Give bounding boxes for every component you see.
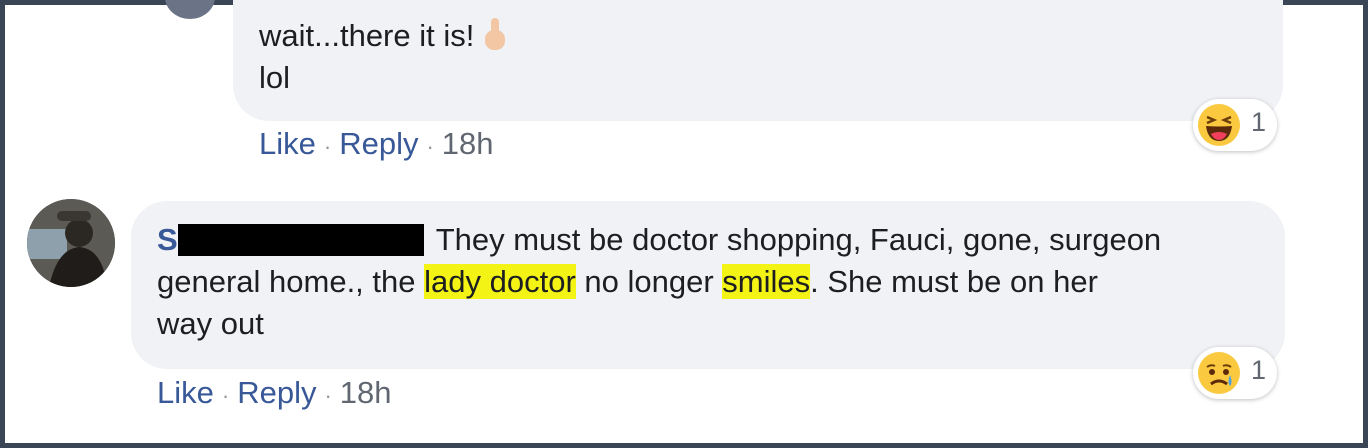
highlighted-text: lady doctor <box>424 264 576 299</box>
reaction-count: 1 <box>1251 107 1267 137</box>
comment-line: lol <box>259 60 291 95</box>
timestamp[interactable]: 18h <box>442 126 494 161</box>
comment-bubble: wait...there it is! lol <box>233 0 1283 121</box>
highlighted-text: smiles <box>722 264 811 299</box>
reaction-summary[interactable]: 1 <box>1193 347 1277 399</box>
reaction-count: 1 <box>1251 355 1267 385</box>
comment-text-segment: They must be doctor shopping, Fauci, gon… <box>435 222 1162 257</box>
comment-line: wait...there it is! <box>259 18 475 53</box>
comment-bubble: S They must be doctor shopping, Fauci, go… <box>131 201 1285 369</box>
separator-dot: · <box>426 134 434 159</box>
reaction-summary[interactable]: 1 <box>1193 99 1277 151</box>
comment-actions: Like · Reply · 18h <box>157 375 392 411</box>
comment-actions: Like · Reply · 18h <box>259 126 494 162</box>
like-button[interactable]: Like <box>157 375 214 410</box>
profile-photo <box>27 199 115 287</box>
comment-text-segment: . She must be on her <box>810 264 1098 299</box>
timestamp[interactable]: 18h <box>340 375 392 410</box>
redaction-bar <box>177 224 424 256</box>
comment-text: S They must be doctor shopping, Fauci, go… <box>157 219 1257 345</box>
reply-button[interactable]: Reply <box>237 375 316 410</box>
author-name[interactable]: S <box>157 222 178 257</box>
avatar[interactable] <box>27 199 115 287</box>
like-button[interactable]: Like <box>259 126 316 161</box>
separator-dot: · <box>324 383 332 408</box>
sad-emoji-icon <box>1198 352 1240 394</box>
comment-text-segment: way out <box>157 306 264 341</box>
separator-dot: · <box>323 134 332 159</box>
hand-emoji-icon <box>485 18 506 50</box>
comment-text: wait...there it is! lol <box>259 15 508 99</box>
reply-button[interactable]: Reply <box>339 126 418 161</box>
screenshot-frame: wait...there it is! lol Like · Reply · 18h 1… <box>0 0 1368 448</box>
haha-emoji-icon <box>1198 104 1240 146</box>
comment-text-segment: general home., the <box>157 264 425 299</box>
comment-text-segment: no longer <box>575 264 723 299</box>
separator-dot: · <box>221 383 230 408</box>
avatar[interactable] <box>165 0 215 19</box>
